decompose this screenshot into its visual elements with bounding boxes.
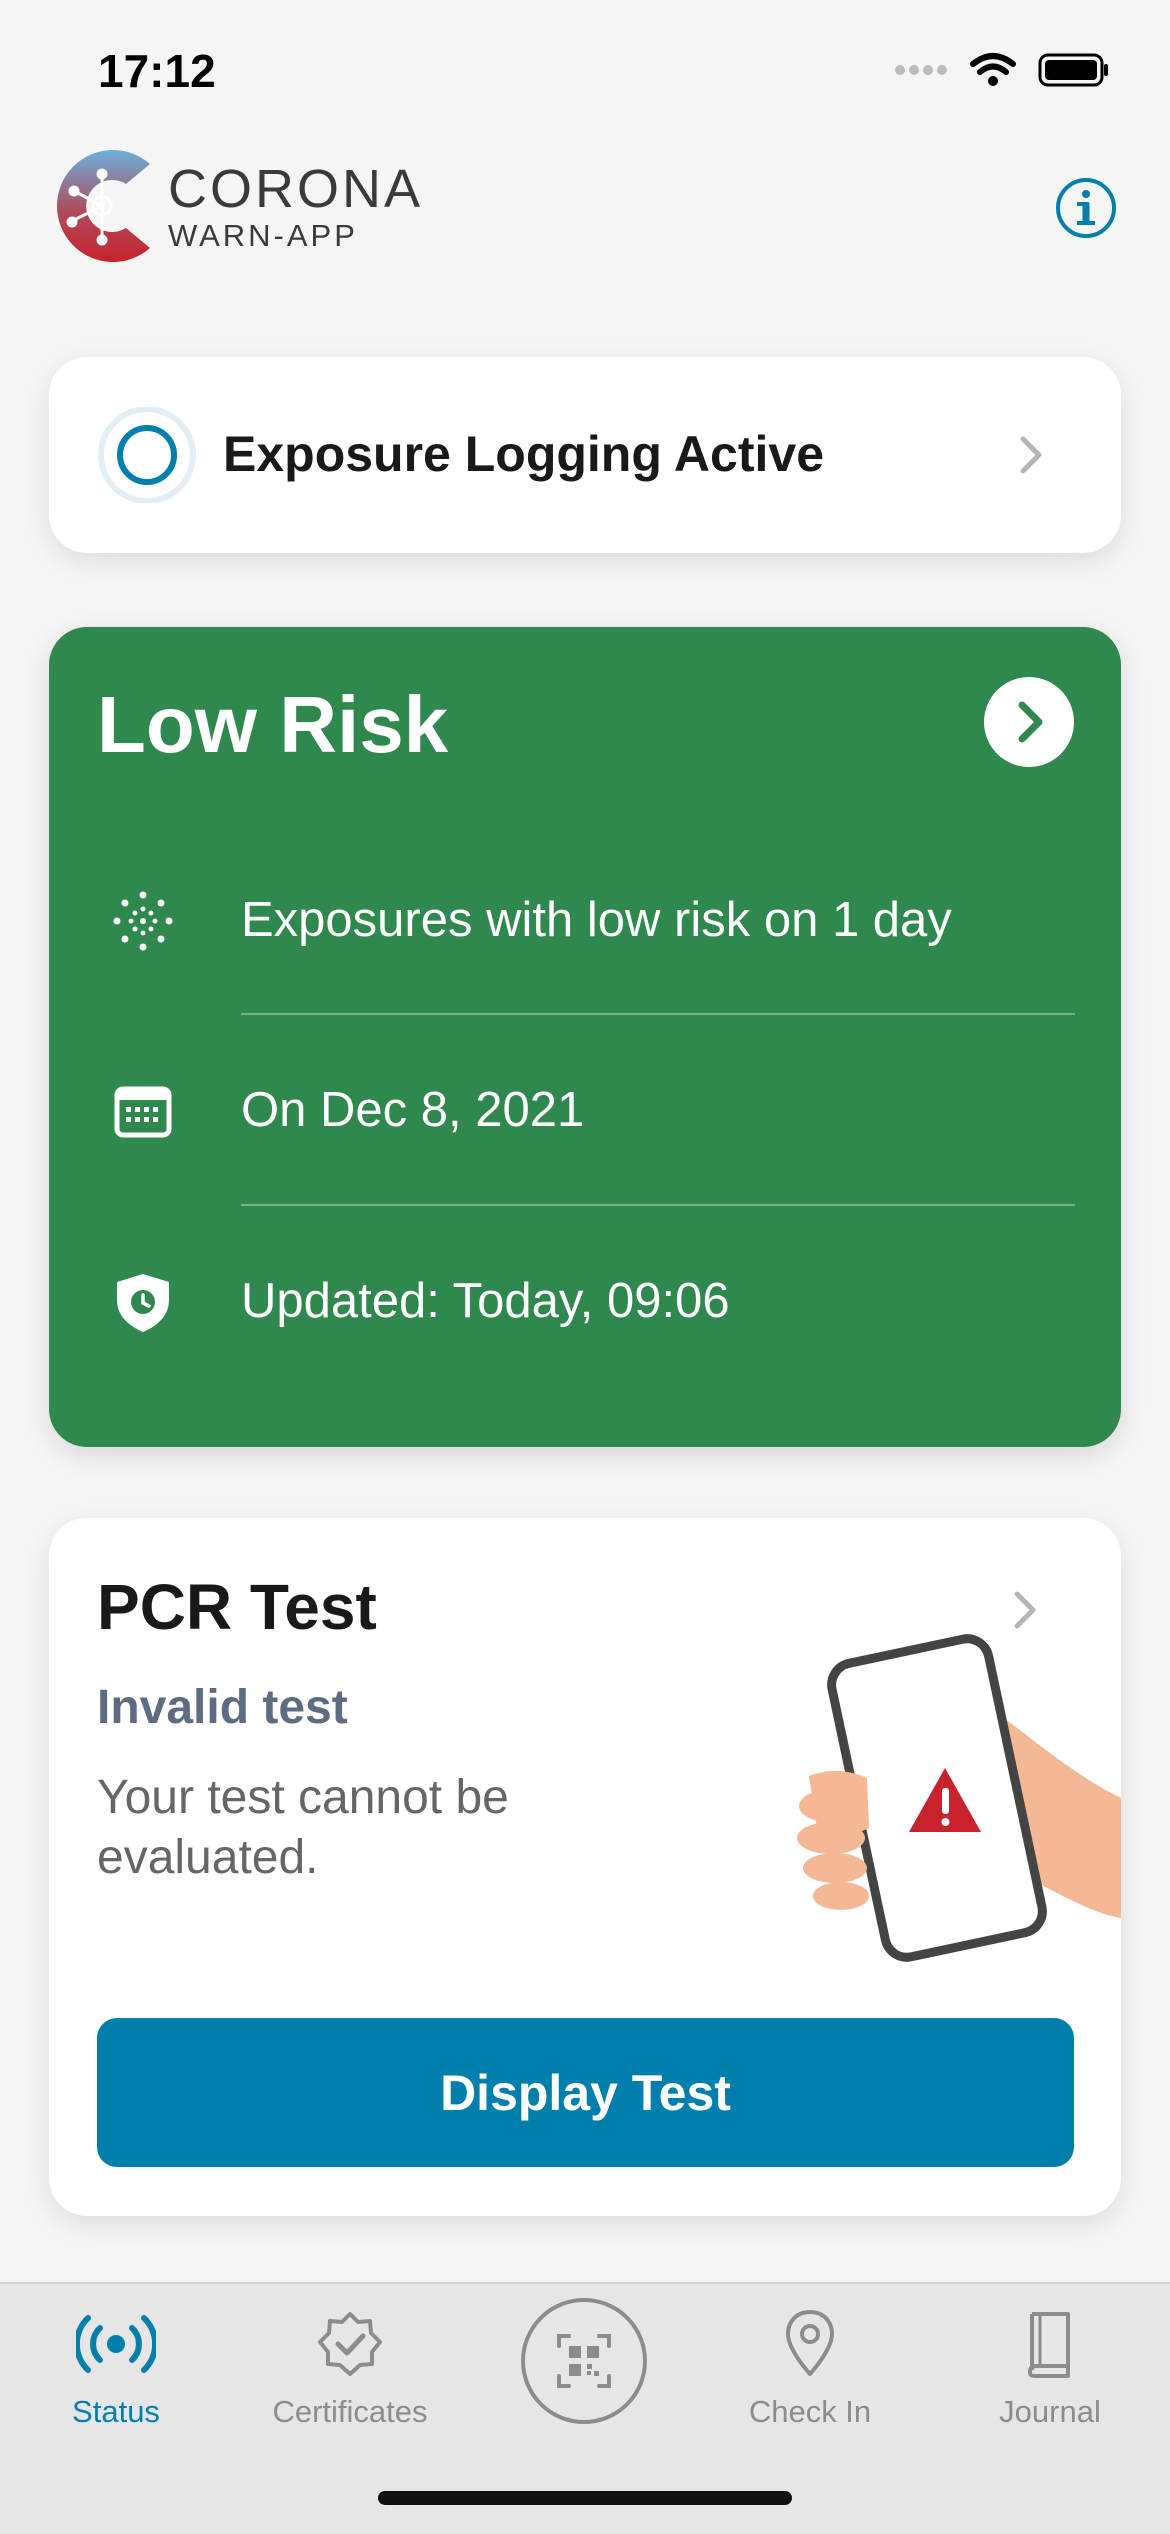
divider	[241, 1204, 1075, 1206]
brand-line-2: WARN-APP	[168, 218, 358, 253]
radio-waves-icon	[73, 2304, 159, 2384]
tab-label: Journal	[999, 2394, 1101, 2429]
wifi-icon	[970, 52, 1016, 93]
status-bar: 17:12	[0, 0, 1170, 140]
pcr-test-description: Your test cannot be evaluated.	[97, 1771, 509, 1884]
exposure-logging-card[interactable]: Exposure Logging Active	[49, 357, 1121, 553]
chevron-right-icon	[1017, 435, 1045, 480]
corona-warn-app-logo	[46, 146, 158, 266]
tab-label: Certificates	[272, 2394, 428, 2429]
tab-journal[interactable]: Journal	[950, 2284, 1150, 2444]
risk-exposures-text: Exposures with low risk on 1 day	[241, 893, 952, 947]
pcr-test-status: Invalid test	[97, 1681, 348, 1734]
risk-updated-text: Updated: Today, 09:06	[241, 1274, 730, 1328]
exposure-ring-icon	[95, 406, 199, 504]
risk-details-button[interactable]	[984, 677, 1074, 767]
brand-name: CORONA WARN-APP	[168, 160, 423, 254]
qr-scan-icon	[557, 2334, 611, 2388]
tab-status[interactable]: Status	[16, 2284, 216, 2444]
tab-label: Status	[72, 2394, 160, 2429]
tab-label: Check In	[748, 2394, 872, 2429]
status-time: 17:12	[98, 45, 216, 97]
divider	[241, 1013, 1075, 1015]
shield-clock-icon	[111, 1270, 175, 1334]
home-indicator	[378, 2491, 792, 2505]
chevron-right-icon	[1018, 701, 1043, 743]
badge-check-icon	[310, 2304, 390, 2384]
location-pin-icon	[770, 2304, 850, 2384]
tab-check-in[interactable]: Check In	[710, 2284, 910, 2444]
signal-icon	[894, 63, 948, 82]
info-icon[interactable]	[1054, 176, 1118, 240]
pcr-test-title: PCR Test	[97, 1571, 377, 1643]
virus-dots-icon	[111, 889, 175, 953]
qr-scan-button[interactable]	[521, 2298, 647, 2424]
risk-card[interactable]: Low Risk Exposures with low risk on 1 da…	[49, 627, 1121, 1447]
display-test-button[interactable]: Display Test	[97, 2018, 1074, 2167]
book-icon	[1010, 2304, 1090, 2384]
status-icons	[894, 52, 1110, 93]
risk-date-text: On Dec 8, 2021	[241, 1083, 585, 1137]
brand-line-1: CORONA	[168, 159, 424, 219]
calendar-icon	[111, 1079, 175, 1143]
phone-warning-illustration	[769, 1628, 1121, 1968]
exposure-logging-label: Exposure Logging Active	[223, 426, 825, 482]
pcr-test-card[interactable]: PCR Test Invalid test Your test cannot b…	[49, 1518, 1121, 2216]
app-header: CORONA WARN-APP	[0, 140, 1170, 280]
tab-certificates[interactable]: Certificates	[250, 2284, 450, 2444]
risk-title: Low Risk	[97, 680, 449, 769]
battery-icon	[1038, 52, 1110, 93]
